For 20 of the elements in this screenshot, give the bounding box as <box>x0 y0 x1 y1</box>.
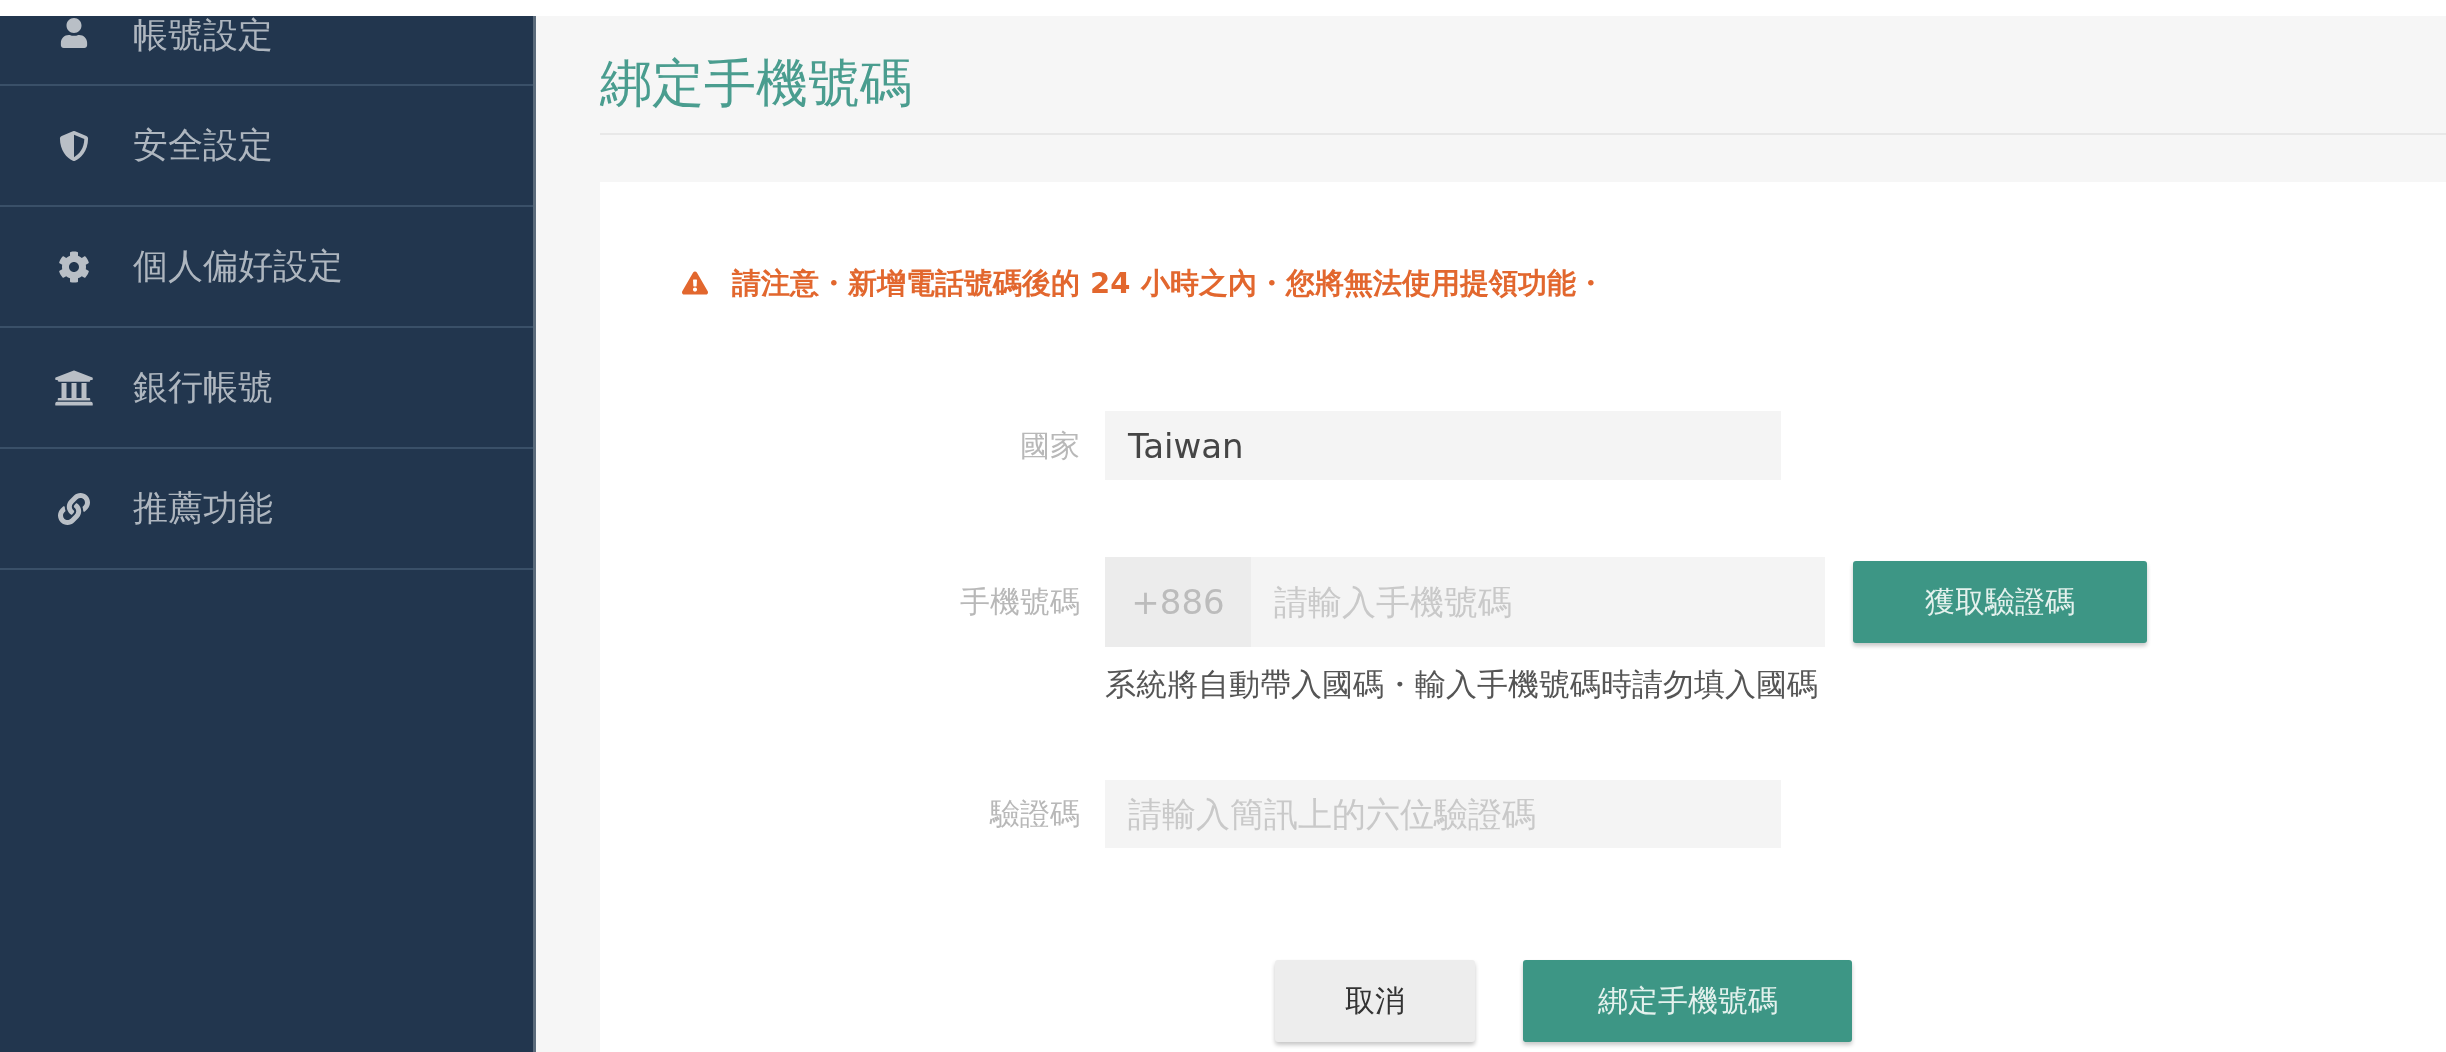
field-label: 手機號碼 <box>959 587 1080 617</box>
sidebar-item[interactable]: 安全設定 <box>0 86 533 207</box>
country-field[interactable]: Taiwan <box>1105 411 1781 480</box>
field-label: 國家 <box>1019 430 1080 461</box>
sidebar-item[interactable]: 個人偏好設定 <box>0 207 533 328</box>
cancel-button[interactable]: 取消 <box>1275 960 1475 1042</box>
get-code-button[interactable]: 獲取驗證碼 <box>1853 561 2147 643</box>
page-title: 綁定手機號碼 <box>600 52 912 114</box>
warning-text: 請注意・新增電話號碼後的 24 小時之內・您將無法使用提領功能・ <box>732 265 1605 301</box>
hint-text: 系統將自動帶入國碼・輸入手機號碼時請勿填入國碼 <box>1105 666 1818 702</box>
sidebar-item[interactable]: 帳號設定 <box>0 16 533 86</box>
gear-icon <box>58 250 90 283</box>
sidebar-item[interactable]: 銀行帳號 <box>0 328 533 449</box>
link-icon <box>58 492 90 525</box>
warning-icon <box>682 270 708 296</box>
sidebar-item[interactable]: 推薦功能 <box>0 449 533 570</box>
user-icon <box>59 18 89 48</box>
submit-button[interactable]: 綁定手機號碼 <box>1523 960 1852 1042</box>
field-label: 驗證碼 <box>988 799 1080 829</box>
shield-icon <box>59 130 89 161</box>
